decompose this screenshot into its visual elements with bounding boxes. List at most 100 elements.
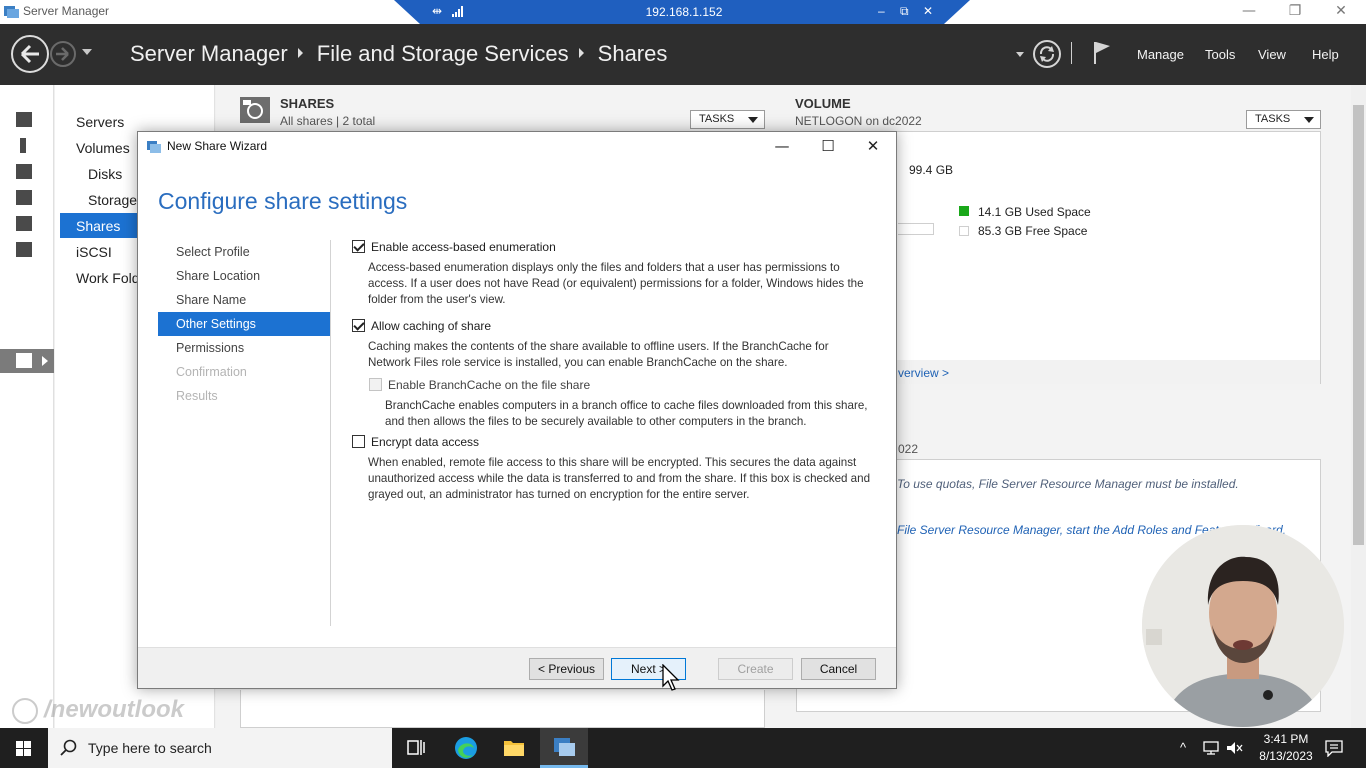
nav-item-volumes[interactable]: Volumes [76, 140, 130, 156]
search-icon [60, 739, 77, 756]
signal-icon [452, 6, 463, 17]
step-results: Results [176, 389, 218, 403]
chevron-down-icon [748, 117, 758, 123]
ad-ds-icon[interactable] [16, 190, 32, 205]
step-select-profile[interactable]: Select Profile [158, 240, 330, 264]
file-storage-nav-selected[interactable] [0, 349, 54, 373]
breadcrumb: Server Manager File and Storage Services S… [130, 41, 667, 67]
notifications-icon[interactable] [1324, 739, 1344, 757]
cancel-button[interactable]: Cancel [801, 658, 876, 680]
local-server-icon[interactable] [20, 138, 26, 153]
new-share-wizard-dialog: New Share Wizard — ☐ ✕ Configure share s… [137, 131, 897, 689]
menu-manage[interactable]: Manage [1137, 47, 1184, 62]
menu-tools[interactable]: Tools [1205, 47, 1235, 62]
server-manager-icon [4, 6, 19, 18]
step-share-location[interactable]: Share Location [158, 264, 330, 288]
dialog-heading: Configure share settings [158, 188, 408, 214]
header-divider [1071, 42, 1072, 64]
clock-date[interactable]: 8/13/2023 [1252, 749, 1320, 763]
encrypt-checkbox[interactable] [352, 435, 365, 448]
forward-button[interactable] [50, 41, 76, 67]
caching-label[interactable]: Allow caching of share [371, 319, 491, 333]
taskbar-search-box[interactable]: Type here to search [48, 728, 392, 768]
history-dropdown-icon[interactable] [82, 49, 92, 55]
refresh-icon[interactable] [1033, 40, 1061, 68]
nav-item-storage[interactable]: Storage [88, 192, 137, 208]
step-permissions[interactable]: Permissions [158, 336, 330, 360]
main-scrollbar[interactable] [1351, 85, 1366, 728]
flag-icon[interactable] [1092, 40, 1112, 66]
server-manager-app-icon [554, 738, 575, 756]
breadcrumb-file-storage[interactable]: File and Storage Services [317, 41, 569, 66]
volume-tasks-button[interactable]: TASKS [1246, 110, 1321, 129]
arrow-left-icon [20, 44, 39, 64]
shares-tasks-button[interactable]: TASKS [690, 110, 765, 129]
search-placeholder: Type here to search [88, 740, 212, 756]
nav-item-shares[interactable]: Shares [76, 218, 120, 234]
dialog-maximize-button[interactable]: ☐ [817, 136, 839, 158]
maximize-button[interactable]: ❐ [1272, 0, 1318, 24]
caching-checkbox[interactable] [352, 319, 365, 332]
nav-item-work-folders[interactable]: Work Fold [76, 270, 140, 286]
server-manager-taskbar-button[interactable] [540, 728, 588, 768]
abe-description: Access-based enumeration displays only t… [368, 261, 864, 306]
back-button[interactable] [11, 35, 49, 73]
previous-button[interactable]: < Previous [529, 658, 604, 680]
branchcache-checkbox[interactable] [369, 378, 382, 391]
branchcache-option[interactable]: Enable BranchCache on the file share [369, 378, 590, 392]
shares-section-icon [240, 97, 270, 123]
breadcrumb-shares[interactable]: Shares [598, 41, 668, 66]
start-button[interactable] [0, 728, 48, 768]
breadcrumb-separator-icon [578, 48, 584, 58]
encrypt-label[interactable]: Encrypt data access [371, 435, 479, 449]
scrollbar-thumb[interactable] [1353, 105, 1364, 545]
icon-sidebar [0, 85, 54, 728]
rdp-minimize-button[interactable]: – [878, 4, 885, 18]
menu-view[interactable]: View [1258, 47, 1286, 62]
abe-label[interactable]: Enable access-based enumeration [371, 240, 556, 254]
task-view-icon [407, 740, 425, 755]
presenter-image [1142, 525, 1344, 727]
abe-checkbox[interactable] [352, 240, 365, 253]
step-other-settings[interactable]: Other Settings [158, 312, 330, 336]
wizard-steps: Select Profile Share Location Share Name… [158, 240, 330, 408]
encrypt-description: When enabled, remote file access to this… [368, 456, 871, 501]
minimize-button[interactable]: — [1226, 0, 1272, 24]
edge-button[interactable] [442, 728, 490, 768]
file-explorer-button[interactable] [490, 728, 538, 768]
branchcache-label[interactable]: Enable BranchCache on the file share [388, 378, 590, 392]
abe-option[interactable]: Enable access-based enumeration [352, 240, 556, 254]
volume-muted-icon[interactable] [1226, 740, 1244, 756]
rdp-close-button[interactable]: ✕ [923, 4, 933, 18]
dashboard-icon[interactable] [16, 112, 32, 127]
go-to-overview-link[interactable]: verview > [898, 366, 949, 380]
nav-item-disks[interactable]: Disks [88, 166, 122, 182]
dialog-footer: < Previous Next > Create Cancel [138, 647, 896, 688]
close-button[interactable]: ✕ [1318, 0, 1364, 24]
file-services-icon[interactable] [16, 242, 32, 257]
window-title: Server Manager [23, 4, 110, 18]
breadcrumb-server-manager[interactable]: Server Manager [130, 41, 288, 66]
dialog-minimize-button[interactable]: — [771, 136, 793, 158]
caching-option[interactable]: Allow caching of share [352, 319, 491, 333]
encrypt-option[interactable]: Encrypt data access [352, 435, 479, 449]
nav-item-iscsi[interactable]: iSCSI [76, 244, 112, 260]
mouse-cursor-icon [662, 664, 680, 691]
all-servers-icon[interactable] [16, 164, 32, 179]
network-icon[interactable] [1203, 740, 1221, 756]
menu-help[interactable]: Help [1312, 47, 1339, 62]
step-share-name[interactable]: Share Name [158, 288, 330, 312]
task-view-button[interactable] [392, 728, 440, 768]
dialog-close-button[interactable]: ✕ [862, 136, 884, 158]
tray-chevron-up-icon[interactable]: ^ [1180, 740, 1186, 755]
pin-icon[interactable]: ⇹ [432, 4, 442, 18]
rdp-restore-button[interactable]: ⧉ [900, 4, 909, 19]
used-space-label: 14.1 GB Used Space [978, 205, 1091, 219]
expand-arrow-icon [42, 356, 48, 366]
caching-description: Caching makes the contents of the share … [368, 340, 829, 369]
clock-time[interactable]: 3:41 PM [1256, 732, 1316, 746]
file-storage-icon [16, 353, 32, 368]
dns-icon[interactable] [16, 216, 32, 231]
notifications-dropdown-icon[interactable] [1016, 52, 1024, 57]
nav-item-servers[interactable]: Servers [76, 114, 124, 130]
